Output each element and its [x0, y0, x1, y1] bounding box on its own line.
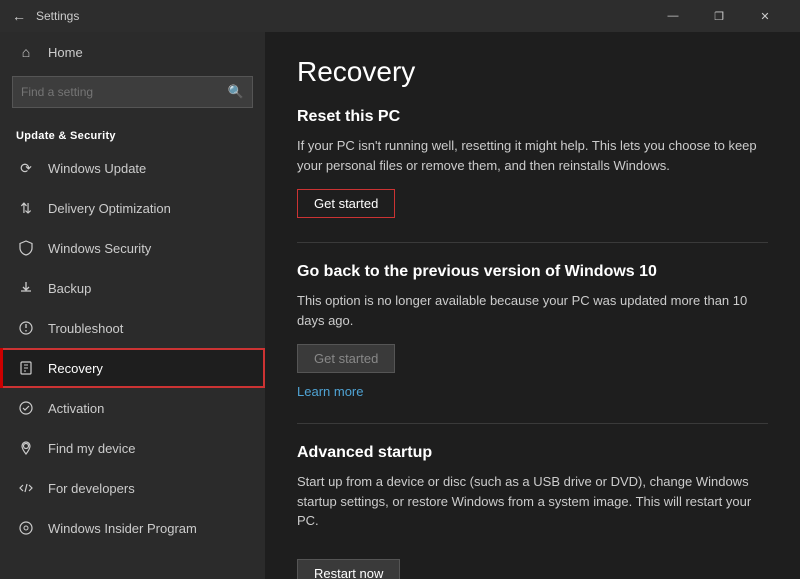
for-developers-icon: [16, 478, 36, 498]
go-back-description: This option is no longer available becau…: [297, 291, 768, 330]
troubleshoot-label: Troubleshoot: [48, 321, 123, 336]
go-back-get-started-button: Get started: [297, 344, 395, 373]
search-input[interactable]: [21, 85, 228, 99]
window-controls: — ❐ ✕: [650, 0, 788, 32]
sidebar-item-find-my-device[interactable]: Find my device: [0, 428, 265, 468]
maximize-button[interactable]: ❐: [696, 0, 742, 32]
search-box[interactable]: 🔍: [12, 76, 253, 108]
app-title: Settings: [36, 9, 650, 23]
backup-label: Backup: [48, 281, 91, 296]
activation-label: Activation: [48, 401, 104, 416]
sidebar-item-recovery[interactable]: Recovery: [0, 348, 265, 388]
find-my-device-label: Find my device: [48, 441, 135, 456]
activation-icon: [16, 398, 36, 418]
delivery-optimization-icon: ⇅: [16, 198, 36, 218]
advanced-startup-section: Advanced startup Start up from a device …: [297, 444, 768, 579]
recovery-label: Recovery: [48, 361, 103, 376]
sidebar-item-windows-insider[interactable]: Windows Insider Program: [0, 508, 265, 548]
sidebar-item-windows-security[interactable]: Windows Security: [0, 228, 265, 268]
reset-title: Reset this PC: [297, 108, 768, 126]
search-icon: 🔍: [228, 84, 244, 100]
sidebar-item-delivery-optimization[interactable]: ⇅ Delivery Optimization: [0, 188, 265, 228]
go-back-section: Go back to the previous version of Windo…: [297, 263, 768, 423]
titlebar: ← Settings — ❐ ✕: [0, 0, 800, 32]
restart-now-button[interactable]: Restart now: [297, 559, 400, 579]
sidebar-item-home[interactable]: ⌂ Home: [0, 32, 265, 72]
windows-insider-label: Windows Insider Program: [48, 521, 197, 536]
for-developers-label: For developers: [48, 481, 135, 496]
section-label: Update & Security: [0, 120, 265, 148]
find-my-device-icon: [16, 438, 36, 458]
divider-1: [297, 242, 768, 243]
windows-security-icon: [16, 238, 36, 258]
divider-2: [297, 423, 768, 424]
page-title: Recovery: [297, 56, 768, 88]
go-back-title: Go back to the previous version of Windo…: [297, 263, 768, 281]
minimize-button[interactable]: —: [650, 0, 696, 32]
advanced-startup-title: Advanced startup: [297, 444, 768, 462]
troubleshoot-icon: [16, 318, 36, 338]
advanced-startup-description: Start up from a device or disc (such as …: [297, 472, 768, 531]
back-button[interactable]: ←: [12, 8, 26, 24]
reset-section: Reset this PC If your PC isn't running w…: [297, 108, 768, 242]
reset-get-started-button[interactable]: Get started: [297, 189, 395, 218]
home-label: Home: [48, 45, 83, 60]
windows-update-label: Windows Update: [48, 161, 146, 176]
sidebar-item-troubleshoot[interactable]: Troubleshoot: [0, 308, 265, 348]
home-icon: ⌂: [16, 42, 36, 62]
content-area: Recovery Reset this PC If your PC isn't …: [265, 32, 800, 579]
sidebar-item-windows-update[interactable]: ⟳ Windows Update: [0, 148, 265, 188]
sidebar-item-activation[interactable]: Activation: [0, 388, 265, 428]
sidebar-item-backup[interactable]: Backup: [0, 268, 265, 308]
sidebar-item-for-developers[interactable]: For developers: [0, 468, 265, 508]
windows-insider-icon: [16, 518, 36, 538]
delivery-optimization-label: Delivery Optimization: [48, 201, 171, 216]
learn-more-link[interactable]: Learn more: [297, 384, 363, 399]
sidebar: ⌂ Home 🔍 Update & Security ⟳ Windows Upd…: [0, 32, 265, 579]
windows-security-label: Windows Security: [48, 241, 151, 256]
backup-icon: [16, 278, 36, 298]
main-container: ⌂ Home 🔍 Update & Security ⟳ Windows Upd…: [0, 32, 800, 579]
windows-update-icon: ⟳: [16, 158, 36, 178]
reset-description: If your PC isn't running well, resetting…: [297, 136, 768, 175]
recovery-icon: [16, 358, 36, 378]
close-button[interactable]: ✕: [742, 0, 788, 32]
